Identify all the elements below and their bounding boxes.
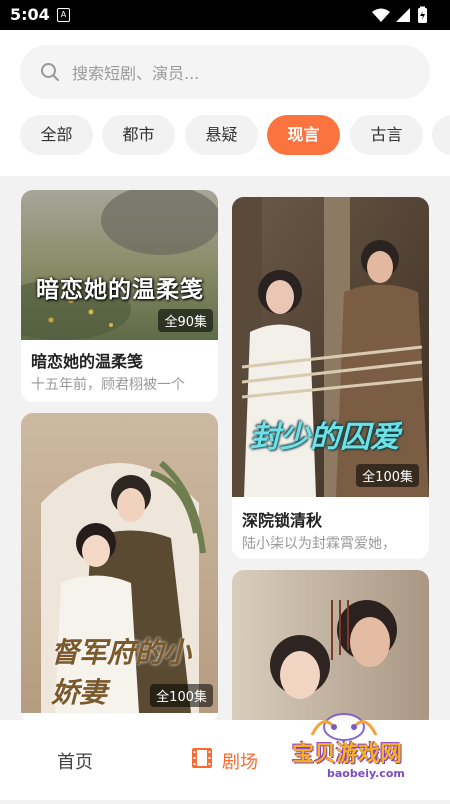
watermark-url: baobeiy.com <box>327 767 405 780</box>
episode-count-badge: 全100集 <box>356 464 419 487</box>
episode-count-badge: 全90集 <box>158 309 213 332</box>
drama-description: 陆小柒以为封霖霄爱她， <box>242 536 396 552</box>
poster-title-art: 封少的囚爱 <box>250 420 400 455</box>
cell-signal-icon <box>396 8 410 22</box>
film-icon <box>192 748 212 768</box>
nav-theater-label: 剧场 <box>222 752 258 773</box>
tab-urban[interactable]: 都市 <box>102 115 175 155</box>
drama-title: 暗恋她的温柔笺 <box>31 352 144 371</box>
tab-modern-romance[interactable]: 现言 <box>267 115 340 155</box>
poster-title-art: 暗恋她的温柔笺 <box>36 277 204 303</box>
header: 全部 都市 悬疑 现言 古言 <box>0 30 450 176</box>
nav-theater[interactable]: 剧场 <box>190 746 258 774</box>
search-bar[interactable] <box>20 45 430 99</box>
drama-card[interactable]: 封少的囚爱 全100集 深院锁清秋 陆小柒以为封霖霄爱她， <box>232 197 429 559</box>
drama-poster: 封少的囚爱 全100集 <box>232 197 429 497</box>
watermark: 宝贝游戏网 baobeiy.com <box>272 705 442 800</box>
drama-poster: 督军府的小娇妻 全100集 <box>21 413 218 713</box>
notification-icon: A <box>57 8 70 22</box>
status-time: 5:04 <box>10 5 50 24</box>
tab-suspense[interactable]: 悬疑 <box>185 115 258 155</box>
drama-card[interactable]: 督军府的小娇妻 全100集 <box>21 413 218 723</box>
drama-description: 十五年前，顾君栩被一个 <box>31 377 185 393</box>
tab-ancient-romance[interactable]: 古言 <box>350 115 423 155</box>
status-bar: 5:04 A <box>0 0 450 30</box>
nav-home[interactable]: 首页 <box>57 748 93 774</box>
episode-count-badge: 全100集 <box>150 684 213 707</box>
drama-title: 深院锁清秋 <box>242 511 323 530</box>
search-input[interactable] <box>70 59 404 87</box>
drama-poster: 暗恋她的温柔笺 全90集 <box>21 190 218 340</box>
category-tabs: 全部 都市 悬疑 现言 古言 <box>0 115 450 155</box>
system-status-icons <box>372 6 427 23</box>
drama-card[interactable]: 暗恋她的温柔笺 全90集 暗恋她的温柔笺 十五年前，顾君栩被一个 <box>21 190 218 402</box>
watermark-text: 宝贝游戏网 <box>292 742 403 767</box>
tab-all[interactable]: 全部 <box>20 115 93 155</box>
wifi-icon <box>372 8 390 22</box>
search-icon <box>41 63 59 81</box>
tab-more[interactable] <box>432 115 450 155</box>
